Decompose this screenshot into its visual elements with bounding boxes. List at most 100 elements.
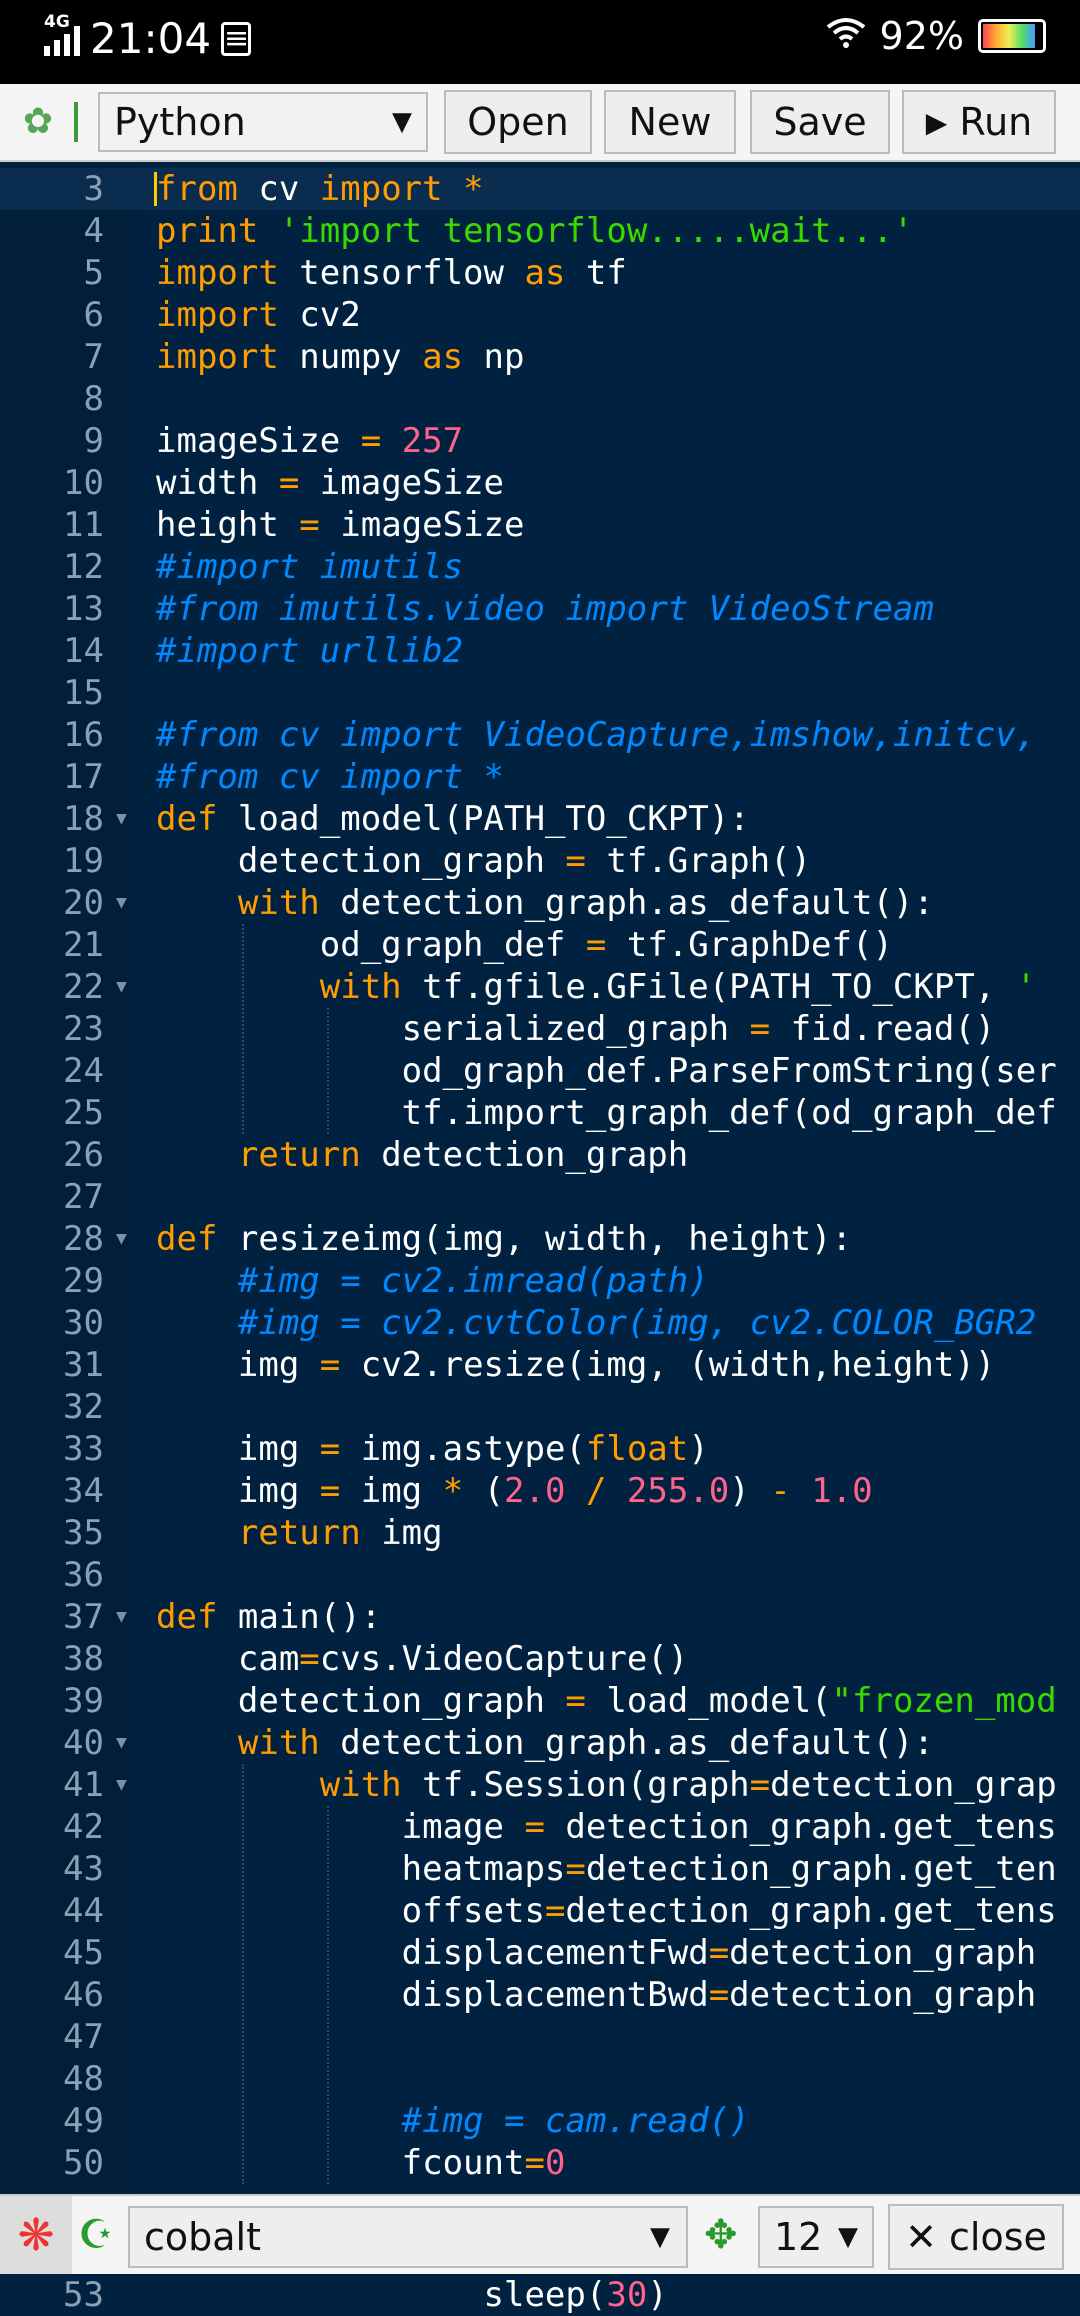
code-line[interactable]: 14 #import urllib2 <box>0 630 1080 672</box>
code-line[interactable]: 29 #img = cv2.imread(path) <box>0 1260 1080 1302</box>
code-line[interactable]: 20 ▼ with detection_graph.as_default(): <box>0 882 1080 924</box>
code-editor[interactable]: 3 from cv import * 4 print 'import tensorfl… <box>0 164 1080 2194</box>
save-button[interactable]: Save <box>750 90 890 154</box>
code-line[interactable]: 30 #img = cv2.cvtColor(img, cv2.COLOR_BG… <box>0 1302 1080 1344</box>
fold-toggle-icon[interactable]: ▼ <box>116 966 127 1008</box>
code-token: as <box>524 253 566 293</box>
code-line[interactable]: 40 ▼ with detection_graph.as_default(): <box>0 1722 1080 1764</box>
code-line[interactable]: 17 #from cv import * <box>0 756 1080 798</box>
code-line[interactable]: 38 cam=cvs.VideoCapture() <box>0 1638 1080 1680</box>
code-line[interactable]: 28 ▼ def resizeimg(img, width, height): <box>0 1218 1080 1260</box>
code-line[interactable]: 26 return detection_graph <box>0 1134 1080 1176</box>
toolbar: ✿ Python ▼ Open New Save ▶ Run <box>0 84 1080 162</box>
fold-toggle-icon[interactable]: ▼ <box>116 798 127 840</box>
night-mode-icon[interactable]: ☪ <box>78 2208 118 2262</box>
code-line[interactable]: 8 <box>0 378 1080 420</box>
code-text: img = img.astype(float) <box>156 1428 709 1470</box>
code-line[interactable]: 44 offsets=detection_graph.get_tens <box>0 1890 1080 1932</box>
code-token: = <box>565 841 586 881</box>
code-token: serialized_graph <box>156 1009 750 1049</box>
code-text: from cv import * <box>156 168 484 210</box>
line-number: 30 <box>63 1303 104 1343</box>
code-token: = <box>524 1807 545 1847</box>
code-line[interactable]: 9 imageSize = 257 <box>0 420 1080 462</box>
code-token: = <box>319 1345 341 1385</box>
code-line[interactable]: 16 #from cv import VideoCapture,imshow,in… <box>0 714 1080 756</box>
code-token: = <box>544 1891 566 1931</box>
code-line[interactable]: 11 height = imageSize <box>0 504 1080 546</box>
fold-toggle-icon[interactable]: ▼ <box>116 1722 127 1764</box>
code-line[interactable]: 24 od_graph_def.ParseFromString(ser <box>0 1050 1080 1092</box>
code-line[interactable]: 4 print 'import tensorflow.....wait...' <box>0 210 1080 252</box>
code-line[interactable]: 15 <box>0 672 1080 714</box>
code-line[interactable]: 23 serialized_graph = fid.read() <box>0 1008 1080 1050</box>
code-line[interactable]: 32 <box>0 1386 1080 1428</box>
code-token: #from cv import VideoCapture,imshow,init… <box>156 715 1037 755</box>
move-arrows-icon[interactable]: ✥ <box>704 2208 744 2262</box>
code-line[interactable]: 39 detection_graph = load_model("frozen_… <box>0 1680 1080 1722</box>
code-line[interactable]: 42 image = detection_graph.get_tens <box>0 1806 1080 1848</box>
open-button[interactable]: Open <box>444 90 592 154</box>
code-token: * <box>463 169 484 209</box>
font-size-select[interactable]: 12 ▼ <box>758 2206 874 2268</box>
code-token: * <box>442 1471 464 1511</box>
code-line[interactable]: 36 <box>0 1554 1080 1596</box>
code-line[interactable]: 10 width = imageSize <box>0 462 1080 504</box>
code-line[interactable]: 6 import cv2 <box>0 294 1080 336</box>
code-line[interactable]: 35 return img <box>0 1512 1080 1554</box>
code-line[interactable]: 13 #from imutils.video import VideoStream <box>0 588 1080 630</box>
code-line[interactable]: 27 <box>0 1176 1080 1218</box>
fold-toggle-icon[interactable]: ▼ <box>116 1218 127 1260</box>
network-type: 4G <box>44 11 70 32</box>
fold-toggle-icon[interactable]: ▼ <box>116 882 127 924</box>
code-line[interactable]: 7 import numpy as np <box>0 336 1080 378</box>
code-token: import <box>156 295 279 335</box>
code-line[interactable]: 53 sleep(30) <box>0 2274 1080 2316</box>
code-line[interactable]: 18 ▼ def load_model(PATH_TO_CKPT): <box>0 798 1080 840</box>
code-line[interactable]: 33 img = img.astype(float) <box>0 1428 1080 1470</box>
code-token: with <box>319 967 402 1007</box>
code-line[interactable]: 34 img = img * (2.0 / 255.0) - 1.0 <box>0 1470 1080 1512</box>
close-button[interactable]: ✕ close <box>888 2204 1064 2270</box>
code-token: #import imutils <box>156 547 464 587</box>
settings-gear-icon[interactable]: ❋ <box>0 2196 72 2276</box>
code-line[interactable]: 45 displacementFwd=detection_graph <box>0 1932 1080 1974</box>
code-token: img <box>156 1345 320 1385</box>
theme-select[interactable]: cobalt ▼ <box>128 2206 688 2268</box>
code-token: detection_graph <box>360 1135 689 1175</box>
line-number: 43 <box>63 1849 104 1889</box>
fold-toggle-icon[interactable]: ▼ <box>116 1596 127 1638</box>
code-token: np <box>463 337 525 377</box>
code-line[interactable]: 5 import tensorflow as tf <box>0 252 1080 294</box>
code-token: #from cv import * <box>156 757 504 797</box>
code-line[interactable]: 48 <box>0 2058 1080 2100</box>
code-token: fcount <box>156 2143 525 2183</box>
code-line[interactable]: 21 od_graph_def = tf.GraphDef() <box>0 924 1080 966</box>
code-line[interactable]: 47 <box>0 2016 1080 2058</box>
code-line[interactable]: 22 ▼ with tf.gfile.GFile(PATH_TO_CKPT, ' <box>0 966 1080 1008</box>
bottom-toolbar: ❋ ☪ cobalt ▼ ✥ 12 ▼ ✕ close <box>0 2194 1080 2276</box>
new-button[interactable]: New <box>604 90 736 154</box>
code-line[interactable]: 50 fcount=0 <box>0 2142 1080 2184</box>
code-token: img.astype( <box>340 1429 586 1469</box>
code-line[interactable]: 31 img = cv2.resize(img, (width,height)) <box>0 1344 1080 1386</box>
app-logo-icon[interactable]: ✿ <box>18 102 58 142</box>
code-line[interactable]: 49 #img = cam.read() <box>0 2100 1080 2142</box>
code-line[interactable]: 3 from cv import * <box>0 168 1080 210</box>
code-line[interactable]: 41 ▼ with tf.Session(graph=detection_grap <box>0 1764 1080 1806</box>
fold-toggle-icon[interactable]: ▼ <box>116 1764 127 1806</box>
code-line[interactable]: 43 heatmaps=detection_graph.get_ten <box>0 1848 1080 1890</box>
code-line[interactable]: 25 tf.import_graph_def(od_graph_def <box>0 1092 1080 1134</box>
code-line[interactable]: 37 ▼ def main(): <box>0 1596 1080 1638</box>
code-text: with tf.gfile.GFile(PATH_TO_CKPT, ' <box>156 966 1036 1008</box>
code-text: od_graph_def = tf.GraphDef() <box>156 924 893 966</box>
code-token: imageSize <box>319 505 525 545</box>
run-button[interactable]: ▶ Run <box>902 90 1056 154</box>
code-line[interactable]: 46 displacementBwd=detection_graph <box>0 1974 1080 2016</box>
language-select[interactable]: Python ▼ <box>98 92 428 152</box>
code-editor-overflow[interactable]: 53 sleep(30) <box>0 2274 1080 2316</box>
code-line[interactable]: 19 detection_graph = tf.Graph() <box>0 840 1080 882</box>
code-line[interactable]: 12 #import imutils <box>0 546 1080 588</box>
code-text: #from cv import * <box>156 756 504 798</box>
